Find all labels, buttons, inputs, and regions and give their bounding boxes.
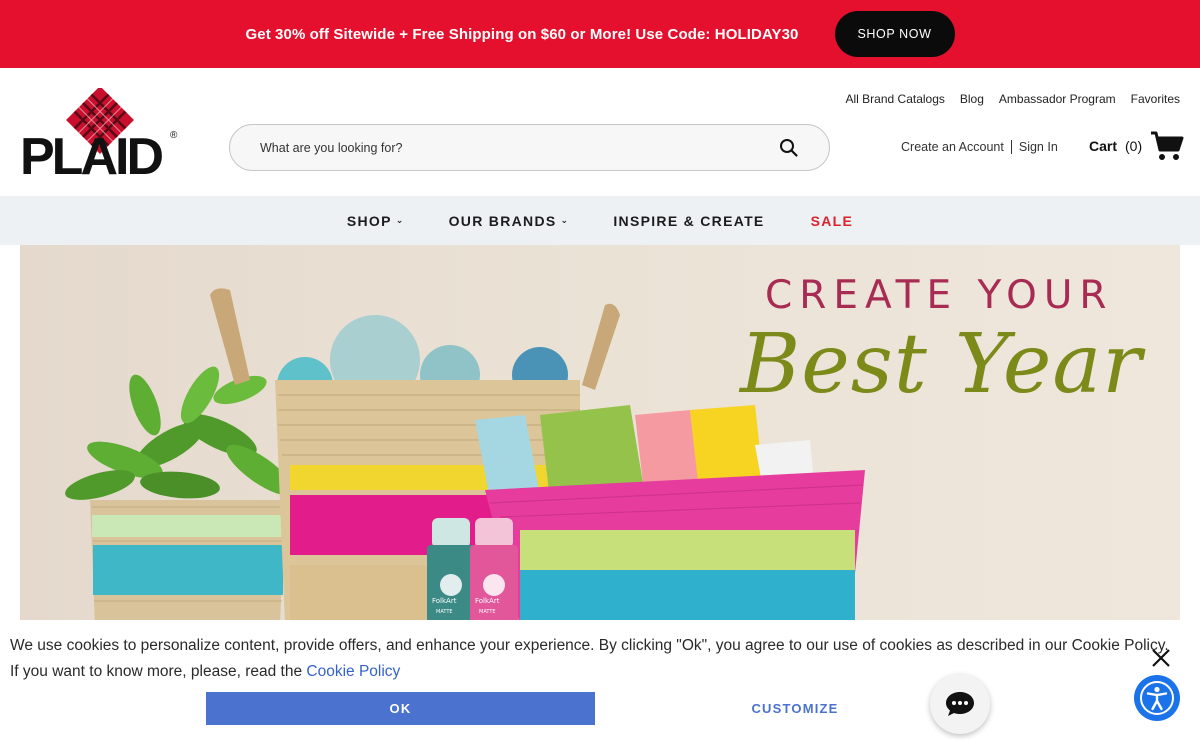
svg-text:FolkArt: FolkArt [475,597,500,605]
plaid-logo[interactable]: PLAID ® [20,86,182,186]
hero-script-headline: Best Year [740,317,1143,412]
account-links: Create an Account Sign In [901,140,1058,154]
nav-shop-label: SHOP [346,212,392,229]
chat-button[interactable] [930,674,990,734]
nav-shop[interactable]: SHOP ⌄ [347,213,405,229]
divider [1010,140,1012,154]
cookie-message: We use cookies to personalize content, p… [10,633,1170,685]
nav-sale-label: SALE [810,212,854,229]
sign-in-link[interactable]: Sign In [1019,140,1058,154]
nav-sale[interactable]: SALE [811,213,854,229]
cart-count: (0) [1125,138,1143,154]
nav-our-brands[interactable]: OUR BRANDS ⌄ [449,213,570,229]
hero-banner[interactable]: FolkArt FolkArt MATTE MATTE CREATE YOUR … [20,245,1180,625]
nav-our-brands-label: OUR BRANDS [448,212,557,229]
close-icon[interactable] [1151,648,1171,668]
svg-text:PLAID: PLAID [20,128,162,180]
search-bar [229,124,830,171]
svg-text:MATTE: MATTE [436,609,453,615]
cookie-ok-button[interactable]: OK [206,692,595,725]
svg-text:FolkArt: FolkArt [432,597,457,605]
plaid-logo-graphic: PLAID ® [20,86,178,186]
cookie-customize-button[interactable]: CUSTOMIZE [700,692,890,725]
link-ambassador-program[interactable]: Ambassador Program [999,92,1116,106]
hero-headline: CREATE YOUR [765,273,1114,318]
create-account-link[interactable]: Create an Account [901,140,1004,154]
nav-inspire-create[interactable]: INSPIRE & CREATE [613,213,764,229]
chevron-down-icon: ⌄ [560,215,570,225]
cookie-banner: We use cookies to personalize content, p… [0,620,1200,740]
plant-leaves [65,366,294,500]
cart-label: Cart [1089,138,1118,154]
cookie-text: We use cookies to personalize content, p… [10,637,1169,680]
accessibility-button[interactable] [1134,675,1180,721]
nav-inspire-create-label: INSPIRE & CREATE [613,212,765,229]
cart-icon [1151,131,1184,160]
svg-text:®: ® [170,130,178,141]
chat-icon [946,692,974,716]
utility-links: All Brand Catalogs Blog Ambassador Progr… [846,92,1181,106]
cookie-policy-link[interactable]: Cookie Policy [306,663,400,680]
svg-text:MATTE: MATTE [479,609,496,615]
cart-button[interactable]: Cart (0) [1089,130,1184,162]
main-nav: SHOP ⌄ OUR BRANDS ⌄ INSPIRE & CREATE SAL… [0,196,1200,245]
plant-basket [90,500,285,625]
accessibility-icon [1140,681,1174,715]
search-icon[interactable] [779,138,799,158]
search-input[interactable] [260,140,779,155]
promo-banner: Get 30% off Sitewide + Free Shipping on … [0,0,1200,68]
chevron-down-icon: ⌄ [395,215,405,225]
shop-now-button[interactable]: SHOP NOW [834,11,955,57]
link-blog[interactable]: Blog [960,92,984,106]
link-favorites[interactable]: Favorites [1131,92,1180,106]
promo-text: Get 30% off Sitewide + Free Shipping on … [245,25,799,43]
link-all-brand-catalogs[interactable]: All Brand Catalogs [846,92,945,106]
